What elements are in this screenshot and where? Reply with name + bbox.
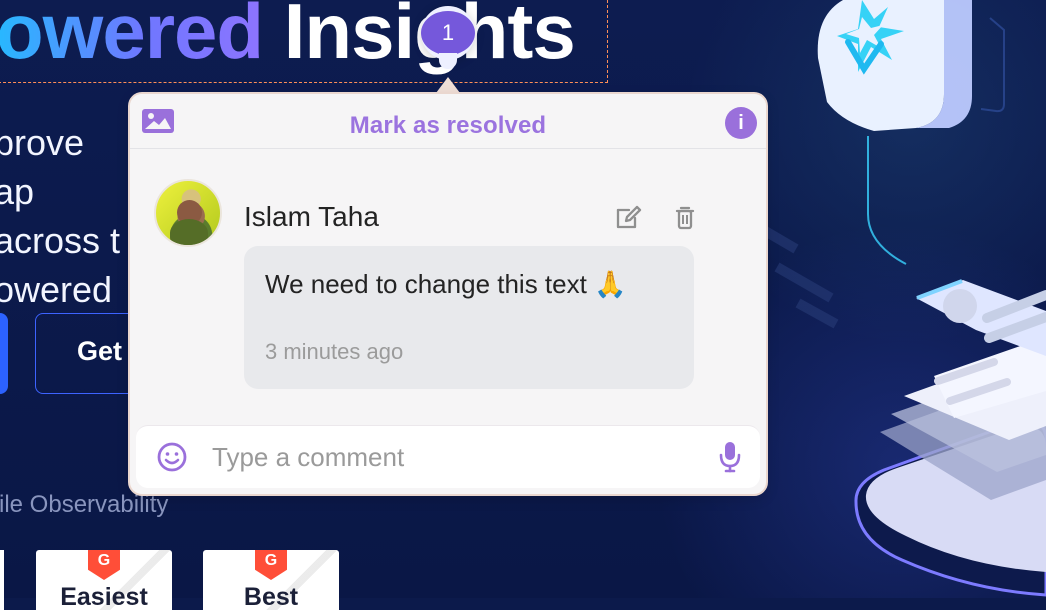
comment-pointer xyxy=(436,77,460,93)
decorative-illustration xyxy=(760,0,1046,597)
sparkle-badge-icon xyxy=(817,0,972,131)
secondary-cta-label: Get xyxy=(77,336,123,366)
g2-logo: G xyxy=(88,550,120,580)
stacked-cards-icon xyxy=(854,279,1046,597)
comment-pin[interactable]: 1 xyxy=(421,6,475,69)
comment-composer xyxy=(136,425,760,488)
comment-panel: Mark as resolved i Islam Taha We need to… xyxy=(128,92,768,496)
g2-badge-best: G Best xyxy=(203,550,339,610)
edit-icon[interactable] xyxy=(613,203,643,233)
hero-title-accent: owered xyxy=(0,0,264,75)
comment-author: Islam Taha xyxy=(244,201,379,232)
comment-panel-header: Mark as resolved i xyxy=(130,94,766,149)
hero-copy: prove ap across t owered xyxy=(0,122,121,310)
comment-count-badge: 1 xyxy=(421,11,475,55)
badge-label: Best xyxy=(243,583,299,610)
comment-timestamp: 3 minutes ago xyxy=(265,339,404,364)
info-icon[interactable]: i xyxy=(725,107,757,139)
trash-icon[interactable] xyxy=(670,203,700,233)
g2-logo: G xyxy=(255,550,287,580)
comment-text: We need to change this text 🙏 xyxy=(265,269,627,299)
hero-title: owered Insights xyxy=(0,0,576,70)
avatar xyxy=(154,179,222,247)
g2-badge-easiest: G Easiest xyxy=(36,550,172,610)
emoji-icon[interactable] xyxy=(156,441,188,473)
microphone-icon[interactable] xyxy=(718,440,742,474)
badge-label: Easiest xyxy=(60,583,148,610)
partial-badge xyxy=(0,550,4,610)
comment-message: We need to change this text 🙏 3 minutes … xyxy=(244,246,694,389)
comment-input[interactable] xyxy=(212,437,682,477)
mark-resolved-button[interactable]: Mark as resolved xyxy=(130,112,766,140)
primary-cta-edge[interactable] xyxy=(0,313,8,394)
